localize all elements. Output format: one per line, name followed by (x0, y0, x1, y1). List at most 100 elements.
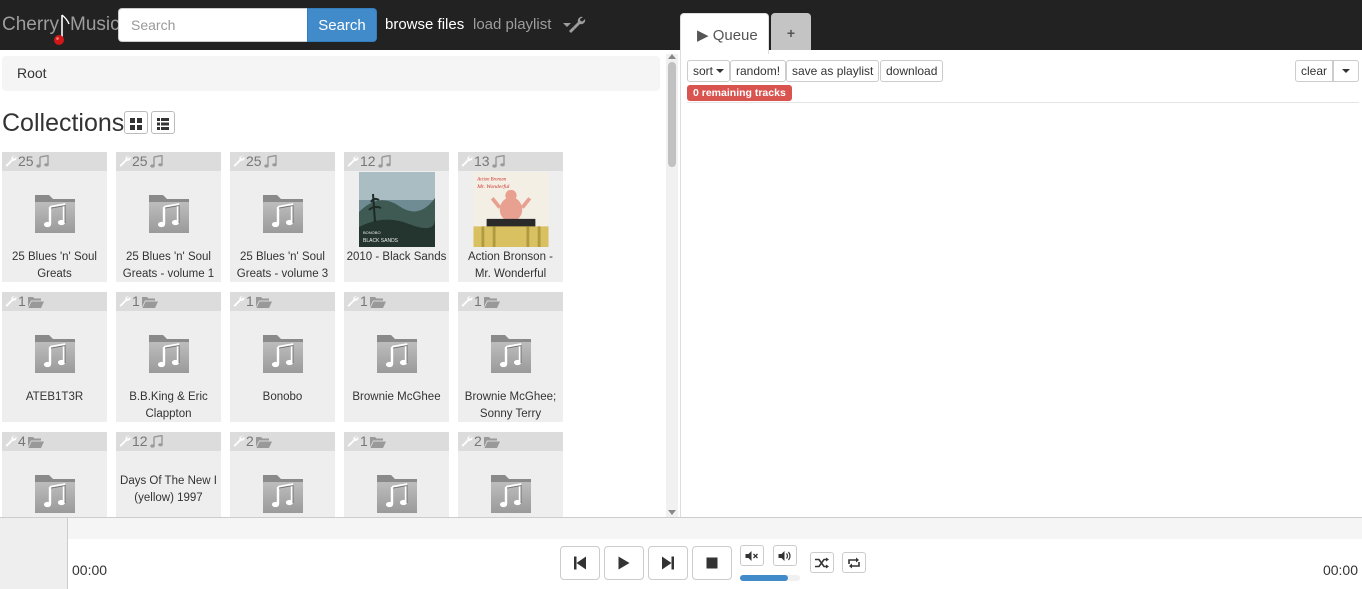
previous-button[interactable] (560, 546, 600, 580)
step-forward-icon (662, 556, 674, 570)
folder-open-icon (483, 297, 500, 308)
tile-label: ATEB1T3R (25, 391, 84, 403)
tile-header: 1 (230, 292, 335, 311)
collection-tile[interactable]: 1 B.B.King & Eric Clappton (116, 292, 221, 422)
wrench-icon[interactable] (118, 155, 131, 168)
wrench-icon[interactable] (4, 155, 17, 168)
collection-tile[interactable]: 13 Action Bronson Mr. Wonderful Action Bron… (458, 152, 563, 282)
tile-count: 1 (246, 293, 254, 309)
collection-tile[interactable]: 12 BONOBO BLACK SANDS 2010 - Black Sands (344, 152, 449, 282)
playlist-divider (687, 102, 1359, 103)
track-progress-bar[interactable] (68, 518, 1362, 539)
scroll-thumb[interactable] (668, 62, 676, 167)
tile-count: 2 (246, 433, 254, 449)
tile-count: 12 (132, 433, 148, 449)
tile-count: 1 (132, 293, 140, 309)
collection-tile[interactable]: 2 (230, 432, 335, 517)
tile-label: 25 Blues 'n' Soul Greats - volume 1 (122, 251, 215, 280)
wrench-icon[interactable] (118, 295, 131, 308)
folder-open-icon (255, 437, 272, 448)
admin-dropdown-wrench-icon[interactable] (562, 14, 586, 36)
browser-scrollbar[interactable] (666, 54, 678, 517)
tile-header: 12 (344, 152, 449, 171)
caret-down-icon (1342, 69, 1350, 73)
wrench-icon[interactable] (4, 435, 17, 448)
collection-tile[interactable]: 1 ATEB1T3R (2, 292, 107, 422)
tile-header: 12 (116, 432, 221, 451)
play-button[interactable] (604, 546, 644, 580)
wrench-icon[interactable] (232, 155, 245, 168)
sort-button[interactable]: sort (687, 60, 731, 82)
browse-files-link[interactable]: browse files (385, 15, 464, 35)
repeat-button[interactable] (842, 552, 866, 573)
scroll-up-arrow-icon[interactable] (668, 54, 676, 59)
collection-tile[interactable]: 1 Brownie McGhee (344, 292, 449, 422)
collection-tile[interactable]: 1 (344, 432, 449, 517)
tab-add-playlist[interactable]: + (771, 13, 811, 50)
wrench-icon[interactable] (346, 295, 359, 308)
volume-up-icon (778, 550, 791, 561)
time-elapsed: 00:00 (72, 562, 108, 578)
wrench-icon[interactable] (4, 295, 17, 308)
tile-count: 12 (360, 153, 376, 169)
music-icon (491, 154, 505, 168)
grid-icon (130, 118, 142, 130)
breadcrumb[interactable]: Root (2, 56, 660, 91)
grid-view-button[interactable] (124, 111, 148, 134)
music-icon (149, 154, 163, 168)
collection-tile[interactable]: 12 Days Of The New I (yellow) 1997 (116, 432, 221, 517)
music-folder-icon (376, 475, 417, 513)
random-button[interactable]: random! (730, 60, 787, 82)
wrench-icon[interactable] (346, 155, 359, 168)
tile-count: 25 (246, 153, 262, 169)
tile-count: 25 (132, 153, 148, 169)
collection-tile[interactable]: 1 Brownie McGhee; Sonny Terry (458, 292, 563, 422)
collection-tile[interactable]: 4 (2, 432, 107, 517)
tab-queue[interactable]: ▶ Queue (680, 13, 769, 55)
search-input[interactable] (118, 8, 307, 42)
save-as-playlist-button[interactable]: save as playlist (786, 60, 880, 82)
tile-label: B.B.King & Eric Clappton (129, 391, 208, 420)
mute-button[interactable] (740, 545, 764, 566)
breadcrumb-root[interactable]: Root (17, 65, 47, 81)
list-view-button[interactable] (151, 111, 175, 134)
collection-tile[interactable]: 25 25 Blues 'n' Soul Greats - volume 3 (230, 152, 335, 282)
music-folder-icon (34, 475, 75, 513)
next-button[interactable] (648, 546, 688, 580)
volume-slider[interactable] (740, 575, 800, 581)
load-playlist-link[interactable]: load playlist (473, 15, 551, 35)
tile-count: 1 (474, 293, 482, 309)
wrench-icon[interactable] (232, 295, 245, 308)
collection-tile[interactable]: 25 25 Blues 'n' Soul Greats - volume 1 (116, 152, 221, 282)
wrench-icon[interactable] (460, 155, 473, 168)
search-button[interactable]: Search (307, 8, 377, 42)
bonobo-album-art: BONOBO BLACK SANDS (358, 172, 435, 247)
sort-label: sort (693, 64, 714, 78)
collection-tile[interactable]: 25 25 Blues 'n' Soul Greats (2, 152, 107, 282)
tile-header: 25 (230, 152, 335, 171)
volume-up-button[interactable] (773, 545, 797, 566)
wrench-icon[interactable] (346, 435, 359, 448)
collection-tile[interactable]: 1 Bonobo (230, 292, 335, 422)
brand-logo[interactable]: Cherry Music (2, 13, 120, 45)
mr-wonderful-album-art: Action BronsonMr. Wonderful (473, 172, 548, 247)
tile-count: 1 (360, 293, 368, 309)
music-icon (149, 434, 163, 448)
folder-open-icon (141, 297, 158, 308)
wrench-icon[interactable] (232, 435, 245, 448)
wrench-icon[interactable] (460, 295, 473, 308)
clear-options-dropdown[interactable] (1333, 60, 1359, 82)
volume-off-icon (745, 550, 758, 561)
volume-level (740, 575, 788, 581)
scroll-down-arrow-icon[interactable] (668, 510, 676, 515)
music-folder-icon (490, 475, 531, 513)
tile-count: 25 (18, 153, 34, 169)
wrench-icon[interactable] (460, 435, 473, 448)
shuffle-button[interactable] (810, 552, 834, 573)
collection-tile[interactable]: 2 (458, 432, 563, 517)
stop-button[interactable] (692, 546, 732, 580)
clear-button[interactable]: clear (1295, 60, 1334, 82)
wrench-icon[interactable] (118, 435, 131, 448)
tile-count: 2 (474, 433, 482, 449)
download-button[interactable]: download (880, 60, 944, 82)
